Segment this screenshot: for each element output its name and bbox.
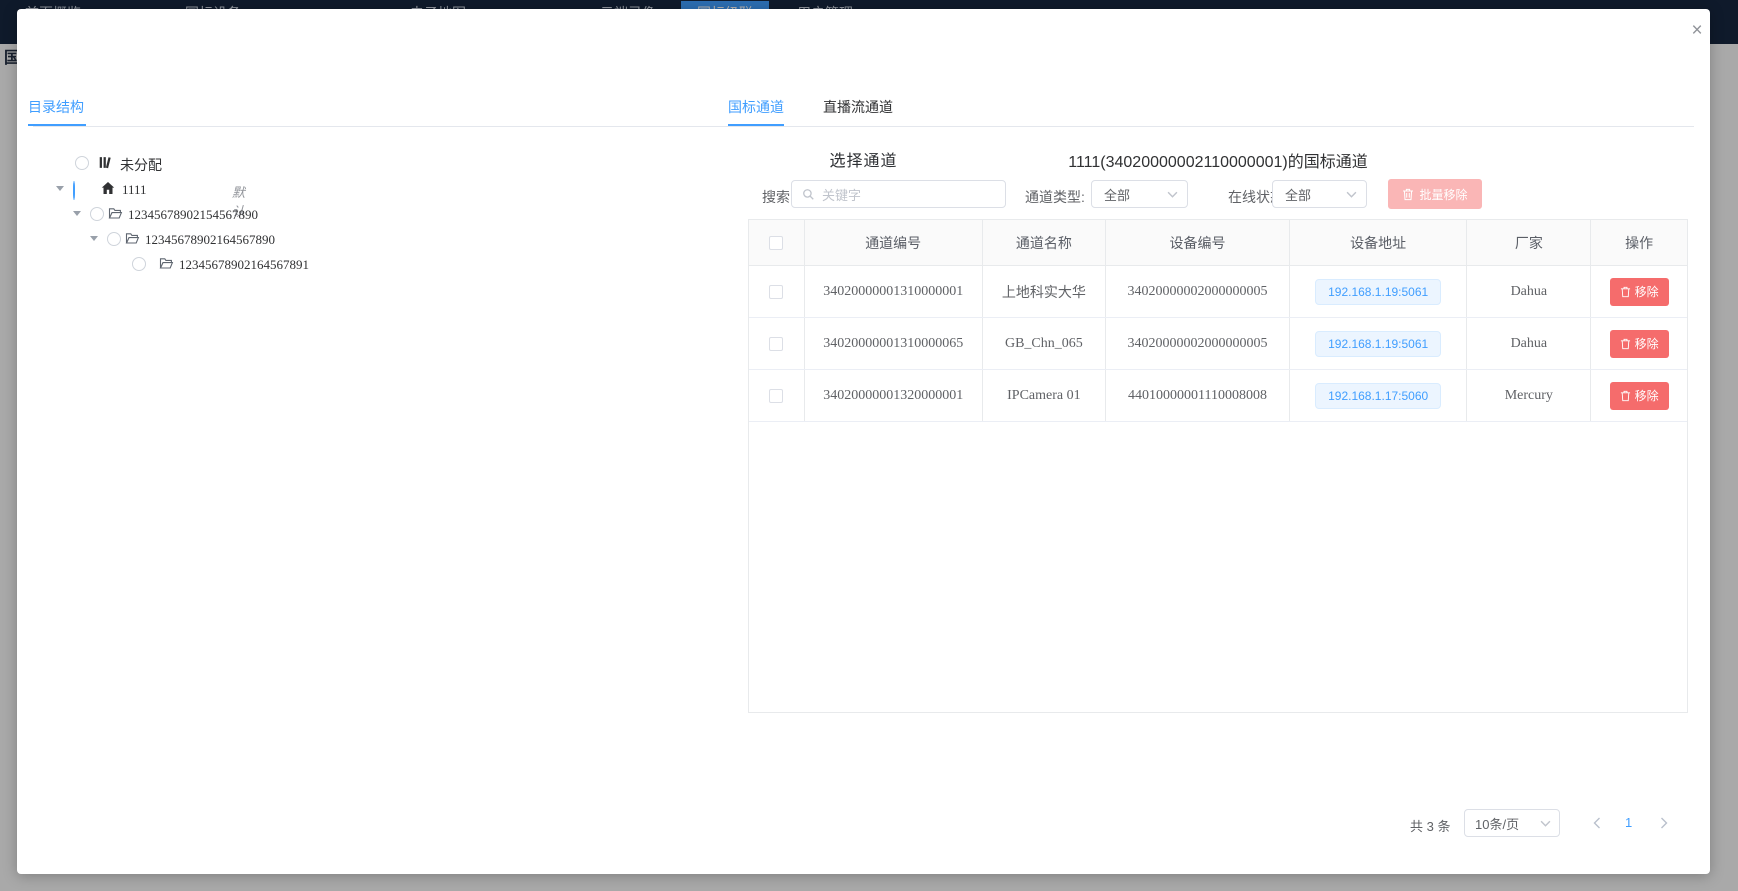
online-status-select[interactable]: 全部 [1272,180,1367,208]
radio-folder-1[interactable] [90,207,104,221]
cell-vendor: Mercury [1467,370,1591,421]
tab-gb-channel[interactable]: 国标通道 [728,97,784,117]
cell-device-id: 34020000002000000005 [1106,318,1290,369]
next-page-icon[interactable] [1652,809,1676,837]
address-tag: 192.168.1.19:5061 [1315,279,1441,305]
tree-node-label[interactable]: 1111 [122,182,147,198]
cell-channel-id: 34020000001310000065 [805,318,983,369]
cell-vendor: Dahua [1467,318,1591,369]
chevron-down-icon [1167,191,1178,198]
section-title: 1111(34020000002110000001)的国标通道 [748,148,1688,172]
close-icon[interactable]: × [1684,18,1710,44]
tab-underline-right [728,124,784,126]
remove-button[interactable]: 移除 [1610,382,1669,410]
cell-device-id: 34020000002000000005 [1106,266,1290,317]
radio-unassigned[interactable] [75,156,89,170]
channel-type-select[interactable]: 全部 [1091,180,1188,208]
remove-label: 移除 [1635,387,1659,404]
caret-down-icon[interactable] [73,211,81,216]
page-number-1[interactable]: 1 [1625,815,1632,830]
folder-icon [159,257,174,270]
remove-label: 移除 [1635,283,1659,300]
pagination-total: 共 3 条 [1410,816,1450,835]
radio-folder-3[interactable] [132,257,146,271]
remove-button[interactable]: 移除 [1610,278,1669,306]
select-all-checkbox[interactable] [769,236,783,250]
channel-table: 通道编号 通道名称 设备编号 设备地址 厂家 操作 34020000001310… [748,219,1688,713]
batch-remove-button[interactable]: 批量移除 [1388,179,1482,209]
cell-channel-name: 上地科实大华 [983,266,1107,317]
cell-channel-name: GB_Chn_065 [983,318,1107,369]
address-tag: 192.168.1.17:5060 [1315,383,1441,409]
tabbar-divider [33,126,1694,127]
tab-directory-structure[interactable]: 目录结构 [28,97,84,117]
search-label: 搜索: [762,187,794,207]
tab-underline-left [28,124,86,126]
row-checkbox[interactable] [769,285,783,299]
cell-channel-name: IPCamera 01 [983,370,1107,421]
channel-type-value: 全部 [1104,185,1130,204]
address-tag: 192.168.1.19:5061 [1315,331,1441,357]
search-placeholder: 关键字 [822,185,861,204]
folder-icon [108,207,123,220]
cell-channel-id: 34020000001320000001 [805,370,983,421]
search-icon [802,188,815,201]
tree-node-label[interactable]: 12345678902164567890 [145,232,275,248]
caret-down-icon[interactable] [56,186,64,191]
tree-node-label[interactable]: 12345678902164567891 [179,257,309,273]
prev-page-icon[interactable] [1585,809,1609,837]
radio-1111[interactable] [73,181,75,200]
table-header-row: 通道编号 通道名称 设备编号 设备地址 厂家 操作 [749,220,1687,266]
cell-channel-id: 34020000001310000001 [805,266,983,317]
col-header-action: 操作 [1591,220,1687,265]
chevron-down-icon [1346,191,1357,198]
home-icon [101,181,115,195]
tab-live-stream-channel[interactable]: 直播流通道 [823,97,893,117]
page-size-select[interactable]: 10条/页 [1464,809,1560,837]
select-all-cell [749,220,805,265]
tree-node-label[interactable]: 12345678902154567890 [128,207,258,223]
col-header-channel-id: 通道编号 [805,220,983,265]
row-checkbox[interactable] [769,337,783,351]
search-input[interactable]: 关键字 [791,180,1006,208]
remove-button[interactable]: 移除 [1610,330,1669,358]
caret-down-icon[interactable] [90,236,98,241]
col-header-channel-name: 通道名称 [983,220,1107,265]
table-row: 34020000001320000001 IPCamera 01 4401000… [749,370,1687,422]
page-size-value: 10条/页 [1475,814,1519,833]
remove-label: 移除 [1635,335,1659,352]
table-row: 34020000001310000001 上地科实大华 340200000020… [749,266,1687,318]
col-header-device-id: 设备编号 [1106,220,1290,265]
cell-vendor: Dahua [1467,266,1591,317]
chevron-down-icon [1540,820,1551,827]
tree-node-label[interactable]: 未分配 [120,155,162,175]
col-header-vendor: 厂家 [1467,220,1591,265]
bookshelf-icon [98,155,113,170]
online-status-value: 全部 [1285,185,1311,204]
channel-type-label: 通道类型: [1025,187,1085,207]
trash-icon [1402,188,1414,201]
radio-folder-2[interactable] [107,232,121,246]
batch-remove-label: 批量移除 [1419,186,1467,203]
row-checkbox[interactable] [769,389,783,403]
tree-node-1111[interactable]: 1111 默认 [0,177,2,201]
col-header-device-address: 设备地址 [1290,220,1468,265]
folder-icon [125,232,140,245]
cell-device-id: 44010000001110008008 [1106,370,1290,421]
table-row: 34020000001310000065 GB_Chn_065 34020000… [749,318,1687,370]
